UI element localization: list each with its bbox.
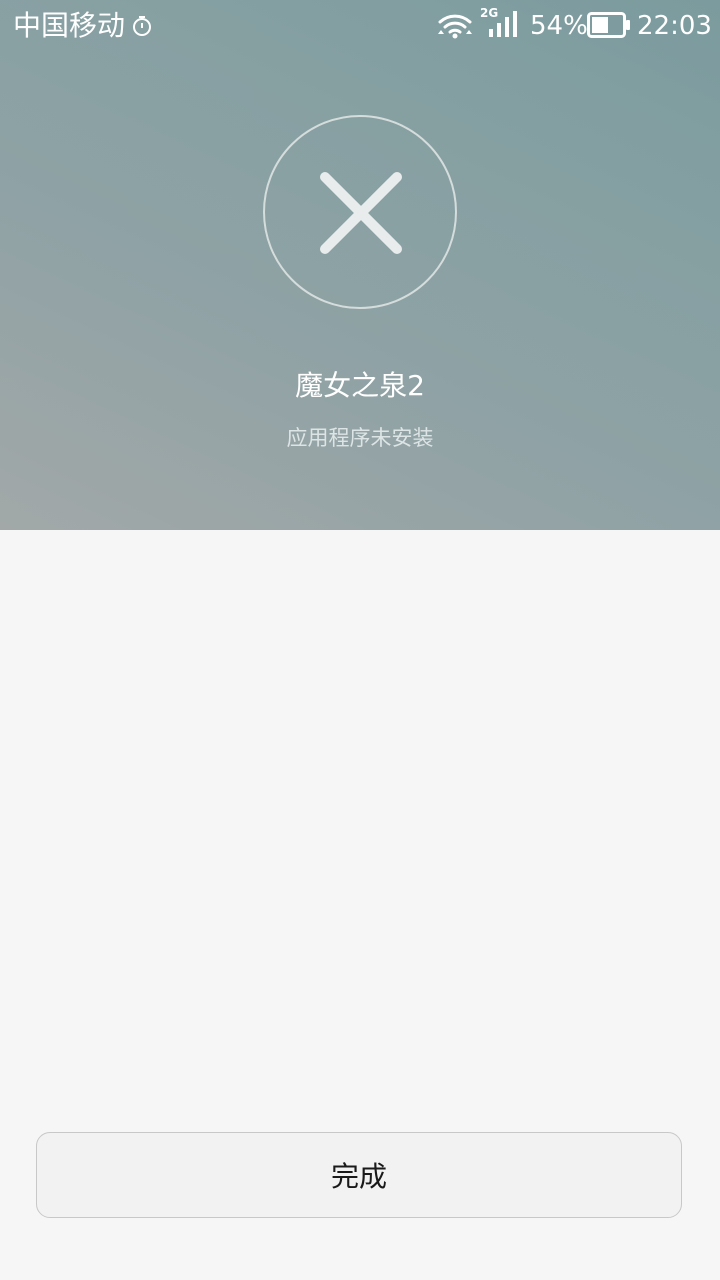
done-button[interactable]: 完成: [36, 1132, 682, 1218]
install-failed-icon: [263, 115, 457, 309]
app-name: 魔女之泉2: [295, 369, 425, 402]
signal-icon: 2G: [480, 6, 517, 37]
status-bar: 中国移动 2G 54% 22:03: [0, 0, 720, 52]
install-status-message: 应用程序未安装: [286, 426, 434, 450]
battery-percent: 54%: [530, 11, 588, 41]
wifi-icon: [438, 14, 472, 39]
close-icon: [320, 172, 402, 254]
battery-icon: [587, 12, 630, 38]
result-header: 中国移动 2G 54% 22:03 魔女之泉2 应用程序未安装: [0, 0, 720, 530]
carrier-name: 中国移动: [13, 9, 126, 42]
network-type-label: 2G: [480, 6, 498, 20]
timer-icon: [133, 16, 151, 36]
clock: 22:03: [637, 11, 712, 41]
